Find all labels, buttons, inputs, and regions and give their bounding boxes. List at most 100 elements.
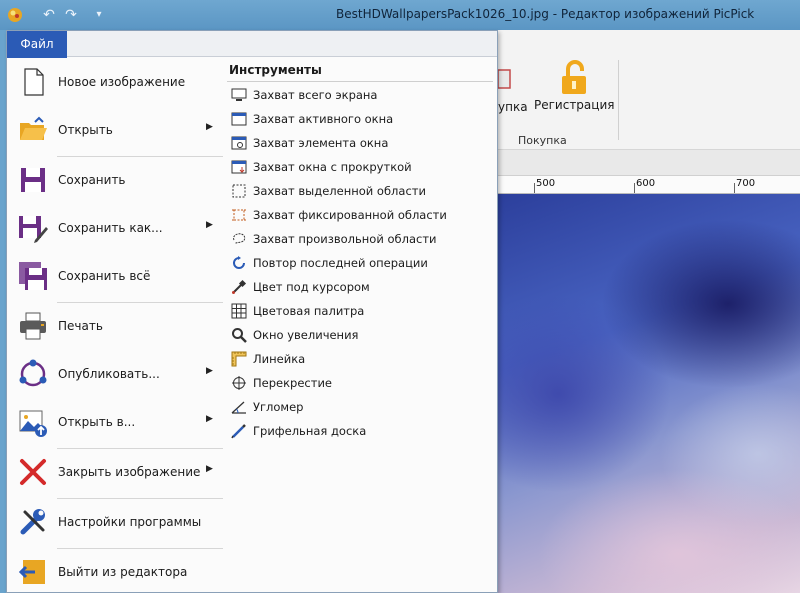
file-tab[interactable]: Файл	[7, 31, 67, 58]
menu-item-exit[interactable]: Выйти из редактора	[7, 549, 223, 593]
freehand-capture-icon	[233, 233, 246, 245]
picpick-logo-icon[interactable]	[6, 6, 24, 24]
menu-item-label: Закрыть изображение	[58, 465, 201, 479]
undo-icon[interactable]: ↶	[40, 6, 58, 24]
menu-item-save-as[interactable]: Сохранить как... ▶	[7, 205, 223, 251]
menu-item-new-image[interactable]: Новое изображение	[7, 59, 223, 105]
ribbon: упка Регистрация Покупка	[498, 30, 800, 150]
menu-item-label: Сохранить всё	[58, 269, 151, 283]
menu-item-settings[interactable]: Настройки программы	[7, 499, 223, 545]
tool-label: Окно увеличения	[253, 328, 359, 342]
fullscreen-capture-icon	[231, 88, 247, 101]
repeat-last-capture-icon	[233, 256, 245, 269]
ribbon-separator	[618, 60, 619, 140]
tools-header-divider	[227, 81, 493, 82]
settings-icon	[20, 509, 45, 535]
new-image-icon	[24, 68, 44, 96]
protractor-icon	[231, 401, 246, 414]
active-window-capture-icon	[231, 112, 247, 126]
buy-icon[interactable]	[498, 66, 512, 90]
tools-panel: Инструменты Захват всего экрана Захват а…	[223, 57, 497, 593]
menu-item-share[interactable]: Опубликовать... ▶	[7, 351, 223, 397]
ruler-label: 500	[536, 178, 556, 189]
buy-button-label[interactable]: упка	[498, 100, 528, 114]
menu-item-open[interactable]: Открыть ▶	[7, 107, 223, 153]
menu-item-label: Сохранить как...	[58, 221, 163, 235]
open-in-icon	[19, 410, 47, 437]
scrolling-capture-icon	[231, 160, 247, 174]
menu-item-print[interactable]: Печать	[7, 303, 223, 349]
tool-ruler[interactable]: Линейка	[227, 347, 493, 371]
window-title: BestHDWallpapersPack1026_10.jpg - Редакт…	[336, 7, 755, 21]
horizontal-ruler: 500 600 700	[498, 176, 800, 194]
register-button[interactable]: Регистрация	[534, 60, 614, 112]
tool-label: Захват активного окна	[253, 112, 394, 126]
tool-label: Захват произвольной области	[253, 232, 437, 246]
tool-label: Линейка	[253, 352, 306, 366]
menu-item-label: Новое изображение	[58, 75, 186, 89]
submenu-arrow-icon: ▶	[206, 366, 213, 376]
tool-label: Захват фиксированной области	[253, 208, 447, 222]
ruler-tick	[534, 183, 535, 193]
image-canvas[interactable]	[498, 194, 800, 593]
menu-item-label: Настройки программы	[58, 515, 202, 529]
menu-item-save[interactable]: Сохранить	[7, 157, 223, 203]
submenu-arrow-icon: ▶	[206, 414, 213, 424]
tool-label: Захват элемента окна	[253, 136, 389, 150]
tool-label: Цветовая палитра	[253, 304, 365, 318]
menu-item-label: Открыть в...	[58, 415, 136, 429]
redo-icon[interactable]: ↷	[62, 6, 80, 24]
tool-label: Захват окна с прокруткой	[253, 160, 412, 174]
exit-icon	[18, 560, 45, 584]
ruler-label: 600	[636, 178, 656, 189]
tool-fullscreen-capture[interactable]: Захват всего экрана	[227, 83, 493, 107]
ruler-label: 700	[736, 178, 756, 189]
menu-item-label: Печать	[58, 319, 103, 333]
unlock-icon	[562, 60, 586, 94]
tool-color-palette[interactable]: Цветовая палитра	[227, 299, 493, 323]
close-image-icon	[20, 459, 46, 485]
save-as-icon	[19, 216, 48, 243]
tool-scrolling-capture[interactable]: Захват окна с прокруткой	[227, 155, 493, 179]
menu-item-label: Выйти из редактора	[58, 565, 188, 579]
customize-icon[interactable]: ▾	[90, 6, 108, 24]
ruler-tick	[734, 183, 735, 193]
submenu-arrow-icon: ▶	[206, 122, 213, 132]
tool-crosshair[interactable]: Перекрестие	[227, 371, 493, 395]
tool-region-capture[interactable]: Захват выделенной области	[227, 179, 493, 203]
menu-tab-bar: Файл	[7, 31, 497, 58]
submenu-arrow-icon: ▶	[206, 220, 213, 230]
tool-fixed-region-capture[interactable]: Захват фиксированной области	[227, 203, 493, 227]
tool-active-window-capture[interactable]: Захват активного окна	[227, 107, 493, 131]
menu-item-label: Сохранить	[58, 173, 126, 187]
region-capture-icon	[232, 184, 246, 198]
tool-repeat-last-capture[interactable]: Повтор последней операции	[227, 251, 493, 275]
tool-label: Грифельная доска	[253, 424, 367, 438]
menu-item-close-image[interactable]: Закрыть изображение ▶	[7, 449, 223, 495]
color-picker-icon	[232, 279, 247, 294]
tool-whiteboard[interactable]: Грифельная доска	[227, 419, 493, 443]
crosshair-icon	[232, 376, 246, 390]
tool-label: Перекрестие	[253, 376, 332, 390]
tool-label: Повтор последней операции	[253, 256, 428, 270]
color-palette-icon	[231, 303, 247, 319]
submenu-arrow-icon: ▶	[206, 464, 213, 474]
menu-item-open-in[interactable]: Открыть в... ▶	[7, 399, 223, 445]
tool-magnifier[interactable]: Окно увеличения	[227, 323, 493, 347]
ribbon-footer	[498, 150, 800, 176]
tools-header: Инструменты	[229, 63, 322, 77]
tool-label: Цвет под курсором	[253, 280, 370, 294]
menu-item-save-all[interactable]: Сохранить всё	[7, 253, 223, 299]
magnifier-icon	[232, 328, 247, 343]
tool-window-control-capture[interactable]: Захват элемента окна	[227, 131, 493, 155]
window-control-capture-icon	[231, 136, 247, 150]
title-bar: ↶ ↷ ▾ BestHDWallpapersPack1026_10.jpg - …	[0, 0, 800, 30]
tool-color-picker[interactable]: Цвет под курсором	[227, 275, 493, 299]
menu-item-label: Опубликовать...	[58, 367, 160, 381]
tool-freehand-capture[interactable]: Захват произвольной области	[227, 227, 493, 251]
menu-item-label: Открыть	[58, 123, 113, 137]
tool-protractor[interactable]: Угломер	[227, 395, 493, 419]
tool-label: Угломер	[253, 400, 304, 414]
tool-label: Захват всего экрана	[253, 88, 378, 102]
open-folder-icon	[20, 116, 47, 140]
